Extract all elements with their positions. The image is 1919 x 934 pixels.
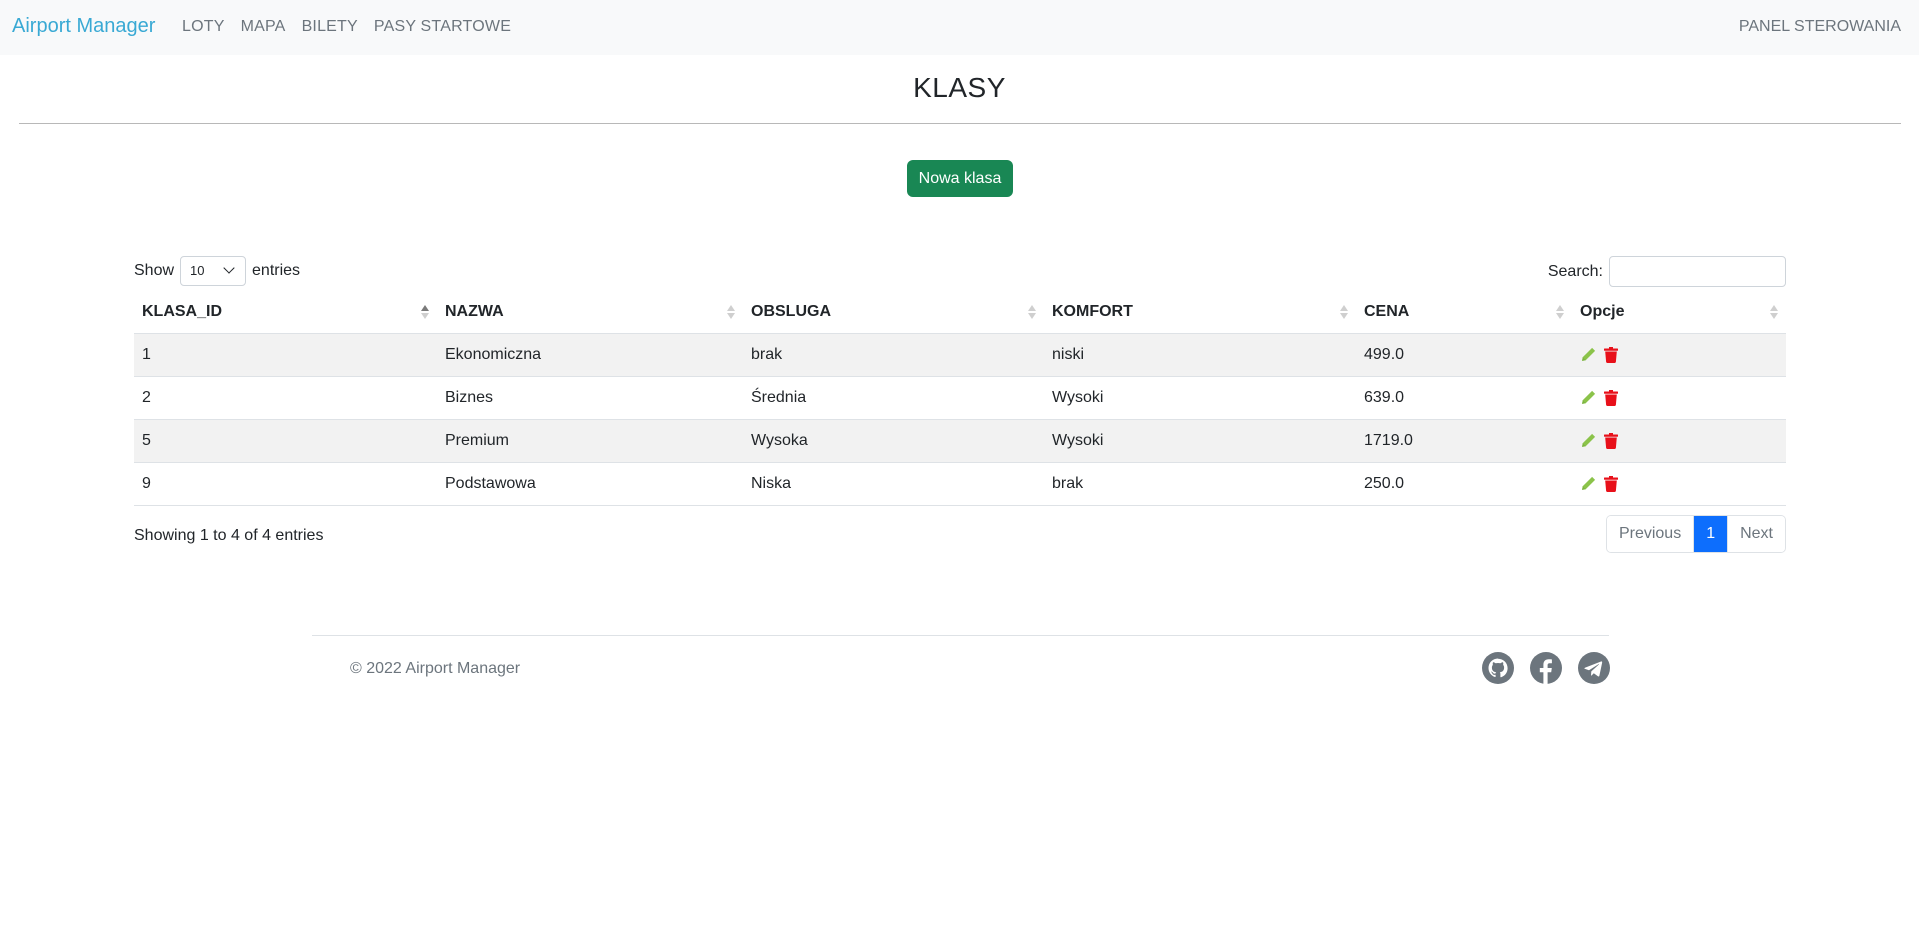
- cell-klasa-id: 9: [134, 462, 437, 506]
- delete-trash-icon[interactable]: [1604, 475, 1620, 492]
- cell-komfort: niski: [1044, 333, 1356, 377]
- chevron-down-icon: [223, 262, 235, 274]
- github-icon[interactable]: [1482, 652, 1514, 684]
- search-label: Search:: [1547, 262, 1603, 280]
- table-row: 5 Premium Wysoka Wysoki 1719.0: [134, 419, 1786, 463]
- delete-trash-icon[interactable]: [1604, 389, 1620, 406]
- header-cena[interactable]: CENA: [1356, 290, 1572, 334]
- cell-cena: 250.0: [1356, 462, 1572, 506]
- cell-obsluga: Niska: [743, 462, 1044, 506]
- footer-copyright: © 2022 Airport Manager: [350, 660, 521, 677]
- cell-opcje: [1572, 462, 1786, 506]
- header-obsluga[interactable]: OBSLUGA: [743, 290, 1044, 334]
- telegram-icon[interactable]: [1578, 652, 1610, 684]
- delete-trash-icon[interactable]: [1604, 432, 1620, 449]
- table-info: Showing 1 to 4 of 4 entries: [134, 527, 324, 544]
- pagination-previous[interactable]: Previous: [1606, 516, 1695, 552]
- cell-nazwa: Premium: [437, 419, 743, 463]
- table-row: 9 Podstawowa Niska brak 250.0: [134, 462, 1786, 506]
- sort-icon: [1028, 305, 1036, 319]
- entries-length-control: Show 10 entries: [134, 256, 300, 286]
- cell-komfort: brak: [1044, 462, 1356, 506]
- nav-link-pasy-startowe[interactable]: PASY STARTOWE: [374, 18, 511, 36]
- header-label: KOMFORT: [1052, 302, 1133, 320]
- header-komfort[interactable]: KOMFORT: [1044, 290, 1356, 334]
- header-nazwa[interactable]: NAZWA: [437, 290, 743, 334]
- pagination-page-1[interactable]: 1: [1694, 516, 1729, 552]
- cell-cena: 499.0: [1356, 333, 1572, 377]
- page-title: KLASY: [913, 72, 1006, 103]
- footer-divider: [312, 635, 1609, 636]
- nav-link-loty[interactable]: LOTY: [182, 18, 225, 36]
- cell-nazwa: Podstawowa: [437, 462, 743, 506]
- brand-link[interactable]: Airport Manager: [12, 15, 155, 38]
- cell-cena: 639.0: [1356, 376, 1572, 420]
- edit-pencil-icon[interactable]: [1580, 476, 1596, 492]
- header-label: OBSLUGA: [751, 302, 831, 320]
- pagination-next[interactable]: Next: [1728, 516, 1785, 552]
- entries-select[interactable]: 10: [180, 256, 247, 286]
- nav-link-panel-sterowania[interactable]: PANEL STEROWANIA: [1739, 18, 1901, 36]
- cell-obsluga: brak: [743, 333, 1044, 377]
- header-label: Opcje: [1580, 302, 1625, 320]
- header-label: NAZWA: [445, 302, 504, 320]
- cell-klasa-id: 2: [134, 376, 437, 420]
- pagination: Previous 1 Next: [1605, 515, 1786, 553]
- nav-links: LOTY MAPA BILETY PASY STARTOWE: [182, 18, 511, 36]
- cell-komfort: Wysoki: [1044, 419, 1356, 463]
- cell-komfort: Wysoki: [1044, 376, 1356, 420]
- title-divider: [19, 123, 1901, 124]
- cell-cena: 1719.0: [1356, 419, 1572, 463]
- navbar: Airport Manager LOTY MAPA BILETY PASY ST…: [0, 0, 1919, 55]
- cell-nazwa: Biznes: [437, 376, 743, 420]
- classes-table: KLASA_ID NAZWA OBSLUGA KOMFORT CENA Opcj…: [134, 290, 1786, 506]
- cell-klasa-id: 1: [134, 333, 437, 377]
- sort-icon: [1340, 305, 1348, 319]
- cell-opcje: [1572, 419, 1786, 463]
- nav-link-mapa[interactable]: MAPA: [241, 18, 286, 36]
- sort-icon: [1556, 305, 1564, 319]
- cell-obsluga: Średnia: [743, 376, 1044, 420]
- sort-icon: [727, 305, 735, 319]
- sort-icon: [1770, 305, 1778, 319]
- entries-select-value: 10: [190, 263, 205, 278]
- cell-opcje: [1572, 333, 1786, 377]
- cell-klasa-id: 5: [134, 419, 437, 463]
- table-header-row: KLASA_ID NAZWA OBSLUGA KOMFORT CENA Opcj…: [134, 290, 1786, 334]
- edit-pencil-icon[interactable]: [1580, 390, 1596, 406]
- cell-obsluga: Wysoka: [743, 419, 1044, 463]
- header-label: KLASA_ID: [142, 302, 223, 320]
- cell-opcje: [1572, 376, 1786, 420]
- show-label: Show: [134, 262, 175, 279]
- edit-pencil-icon[interactable]: [1580, 433, 1596, 449]
- social-links: [1482, 652, 1610, 684]
- search-control: Search:: [1548, 256, 1786, 287]
- cell-nazwa: Ekonomiczna: [437, 333, 743, 377]
- header-label: CENA: [1364, 302, 1410, 320]
- table-row: 1 Ekonomiczna brak niski 499.0: [134, 333, 1786, 377]
- header-klasa-id[interactable]: KLASA_ID: [134, 290, 437, 334]
- sort-asc-icon: [421, 305, 429, 319]
- table-row: 2 Biznes Średnia Wysoki 639.0: [134, 376, 1786, 420]
- entries-label: entries: [252, 262, 301, 279]
- nav-link-bilety[interactable]: BILETY: [302, 18, 358, 36]
- new-class-button[interactable]: Nowa klasa: [907, 160, 1013, 197]
- header-opcje[interactable]: Opcje: [1572, 290, 1786, 334]
- search-input[interactable]: [1609, 256, 1786, 287]
- edit-pencil-icon[interactable]: [1580, 347, 1596, 363]
- facebook-icon[interactable]: [1530, 652, 1562, 684]
- delete-trash-icon[interactable]: [1604, 346, 1620, 363]
